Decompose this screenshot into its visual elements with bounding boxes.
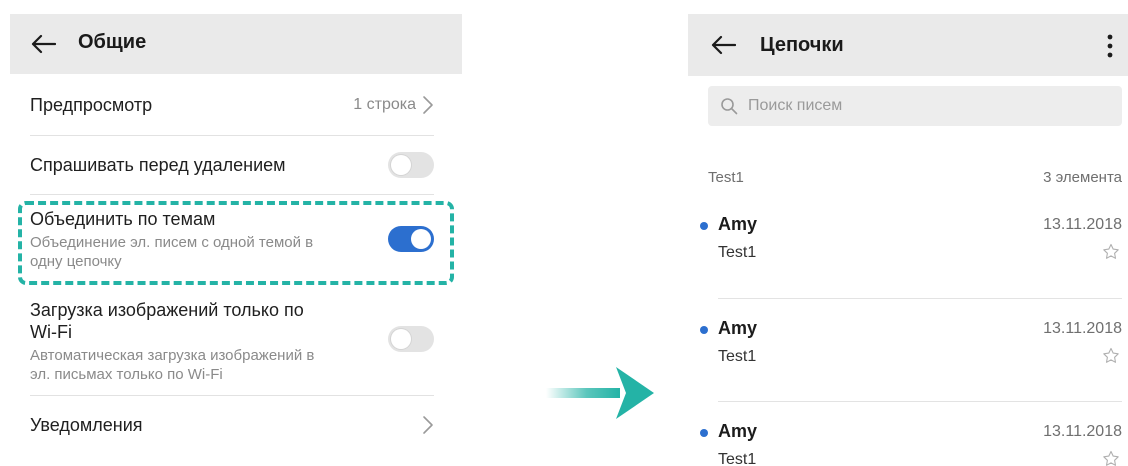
thread-group-name: Test1: [708, 169, 744, 186]
wifi-images-label-2: Wi-Fi: [30, 322, 72, 342]
mail-date: 13.11.2018: [1043, 423, 1122, 440]
search-box[interactable]: [708, 86, 1122, 126]
threads-title: Цепочки: [760, 34, 844, 56]
divider: [718, 298, 1122, 299]
back-arrow-icon[interactable]: [30, 34, 56, 54]
unread-dot-icon: [700, 222, 708, 230]
unread-dot-icon: [700, 326, 708, 334]
star-outline-icon[interactable]: [1102, 347, 1120, 365]
back-arrow-icon[interactable]: [710, 35, 736, 55]
list-item[interactable]: Amy 13.11.2018 Test1: [688, 415, 1128, 466]
threads-screen: Цепочки Test1 3 элемента Amy 13.11.2018 …: [688, 14, 1128, 466]
mail-subject: Test1: [718, 451, 757, 466]
search-icon: [720, 97, 738, 115]
notifications-row[interactable]: Уведомления: [30, 396, 434, 456]
thread-group-count: 3 элемента: [1043, 169, 1122, 186]
wifi-images-row: Загрузка изображений только по Wi-Fi Авт…: [30, 296, 434, 396]
confirm-delete-toggle[interactable]: [388, 152, 434, 178]
preview-label: Предпросмотр: [30, 95, 153, 115]
notifications-label: Уведомления: [30, 415, 143, 435]
toggle-knob: [391, 155, 411, 175]
settings-top-bar: Общие: [10, 14, 462, 74]
settings-title: Общие: [78, 31, 147, 53]
confirm-delete-label: Спрашивать перед удалением: [30, 155, 286, 175]
confirm-delete-row: Спрашивать перед удалением: [30, 136, 434, 194]
threads-top-bar: Цепочки: [688, 14, 1128, 76]
divider: [718, 401, 1122, 402]
wifi-images-desc-1: Автоматическая загрузка изображений в: [30, 347, 315, 364]
list-item[interactable]: Amy 13.11.2018 Test1: [688, 312, 1128, 402]
mail-subject: Test1: [718, 348, 757, 365]
wifi-images-desc-2: эл. письмах только по Wi-Fi: [30, 366, 223, 383]
star-outline-icon[interactable]: [1102, 450, 1120, 466]
chevron-right-icon[interactable]: [422, 415, 434, 435]
list-item[interactable]: Amy 13.11.2018 Test1: [688, 208, 1128, 298]
mail-sender: Amy: [718, 421, 758, 441]
mail-date: 13.11.2018: [1043, 216, 1122, 233]
wifi-images-label-1: Загрузка изображений только по: [30, 300, 304, 320]
toggle-knob: [391, 329, 411, 349]
preview-row[interactable]: Предпросмотр 1 строка: [30, 74, 434, 136]
star-outline-icon[interactable]: [1102, 243, 1120, 261]
mail-sender: Amy: [718, 318, 758, 338]
unread-dot-icon: [700, 429, 708, 437]
more-vertical-icon[interactable]: [1106, 33, 1114, 59]
preview-value: 1 строка: [353, 96, 416, 113]
wifi-images-toggle[interactable]: [388, 326, 434, 352]
mail-sender: Amy: [718, 214, 758, 234]
search-input[interactable]: [748, 86, 1108, 126]
forward-arrow-icon: [546, 365, 656, 421]
chevron-right-icon[interactable]: [422, 95, 434, 115]
mail-date: 13.11.2018: [1043, 320, 1122, 337]
highlight-frame: [18, 201, 454, 285]
mail-subject: Test1: [718, 244, 757, 261]
